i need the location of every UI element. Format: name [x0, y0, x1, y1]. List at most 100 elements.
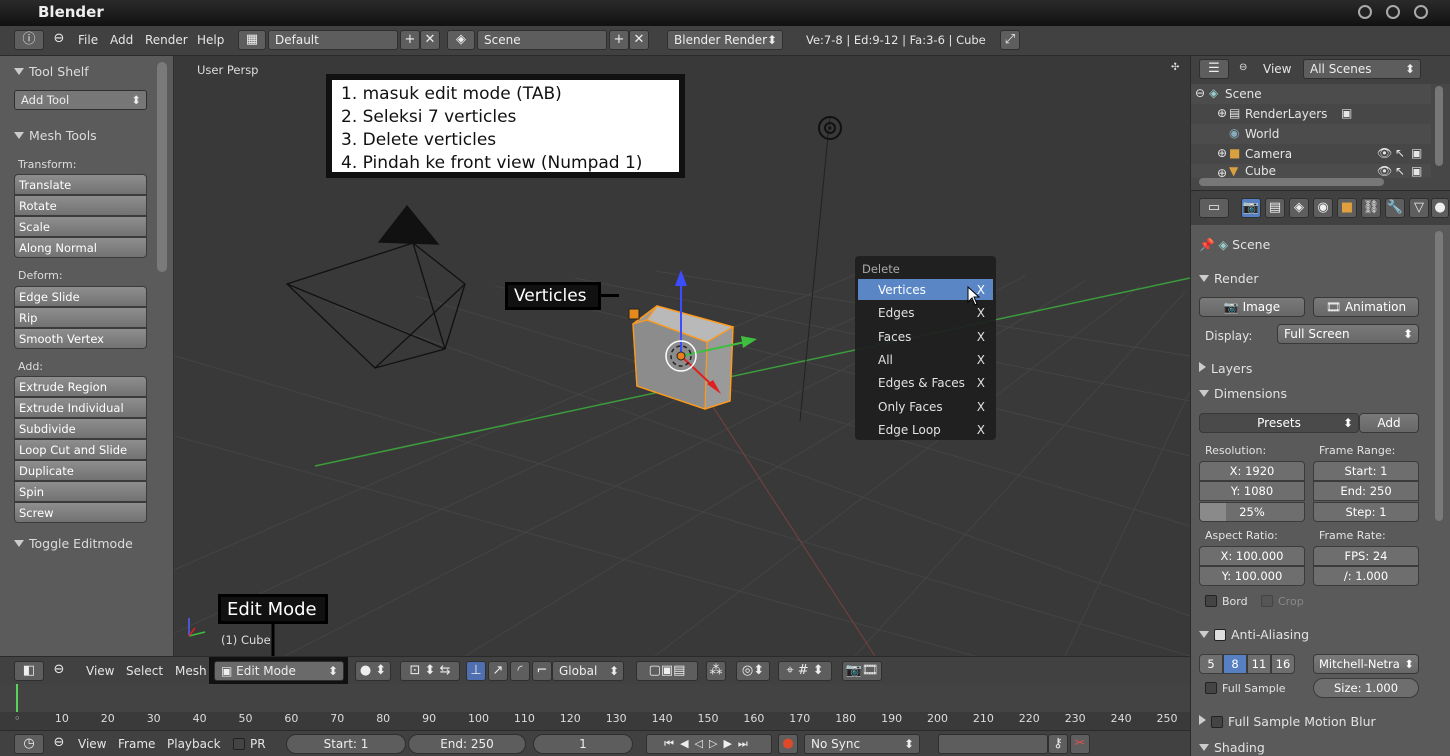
duplicate-button[interactable]: Duplicate: [14, 460, 147, 481]
keying-set-field[interactable]: [938, 734, 1048, 754]
motion-blur-panel-header[interactable]: Full Sample Motion Blur: [1199, 714, 1424, 729]
pivot-point-select[interactable]: ⊡ ⬍ ⇆: [400, 661, 460, 681]
edge-slide-button[interactable]: Edge Slide: [14, 286, 147, 307]
render-engine-select[interactable]: Blender Render ⬍: [667, 30, 783, 50]
anti-aliasing-panel-header[interactable]: Anti-Aliasing: [1199, 627, 1424, 642]
outliner-row-camera[interactable]: ⊕ ■ Camera 👁 ↖ ▣: [1191, 144, 1431, 164]
timeline-menu-view[interactable]: View: [78, 737, 106, 751]
add-tool-select[interactable]: Add Tool ⬍: [14, 90, 147, 110]
checkbox-icon[interactable]: [1211, 716, 1223, 728]
render-image-button[interactable]: 📷 Image: [1199, 297, 1305, 317]
close-icon[interactable]: [1414, 5, 1428, 19]
record-icon[interactable]: ●: [778, 734, 798, 754]
frame-step-field[interactable]: Step: 1: [1313, 502, 1419, 522]
render-tab-icon[interactable]: 📷: [1241, 198, 1261, 218]
scene-tab-icon[interactable]: ◈: [1289, 198, 1309, 218]
checked-checkbox-icon[interactable]: [1214, 629, 1226, 641]
render-animation-button[interactable]: 🎞 Animation: [1313, 297, 1419, 317]
menu-add[interactable]: Add: [110, 33, 133, 47]
editor-type-outliner-icon[interactable]: ☰: [1199, 59, 1229, 79]
proportional-edit-select[interactable]: ◎⬍: [736, 661, 770, 681]
render-layers-tab-icon[interactable]: ▤: [1265, 198, 1285, 218]
border-checkbox[interactable]: Bord: [1205, 595, 1248, 608]
manipulator-toggle-icon[interactable]: ⊥: [466, 661, 486, 681]
outliner-row-world[interactable]: ◉ World: [1191, 124, 1431, 144]
start-frame-field[interactable]: Start: 1: [286, 734, 406, 754]
timeline-menu-playback[interactable]: Playback: [167, 737, 221, 751]
outliner-h-scrollbar[interactable]: [1199, 178, 1384, 186]
collapse-menu-icon[interactable]: ⊖: [52, 734, 66, 754]
aa-sample-16[interactable]: 16: [1271, 654, 1295, 674]
toggle-editmode-header[interactable]: Toggle Editmode: [14, 536, 133, 551]
viewport-shading-select[interactable]: ● ⬍: [355, 661, 391, 681]
aa-filter-select[interactable]: Mitchell-Netra ⬍: [1313, 654, 1419, 674]
mode-select[interactable]: ▣ Edit Mode ⬍: [214, 661, 344, 681]
outliner-menu-view[interactable]: View: [1263, 62, 1291, 76]
sync-mode-select[interactable]: No Sync ⬍: [804, 734, 920, 754]
scrub-handle-icon[interactable]: ◦: [14, 712, 21, 725]
delete-only-faces-item[interactable]: Only Faces X: [858, 396, 993, 417]
editor-type-timeline-icon[interactable]: ◷: [14, 734, 44, 754]
collapse-menu-icon[interactable]: ⊖: [52, 30, 66, 50]
pin-icon[interactable]: 📌: [1199, 237, 1219, 252]
crop-checkbox[interactable]: Crop: [1261, 595, 1304, 608]
editor-type-properties-icon[interactable]: ▭: [1199, 198, 1229, 218]
object-tab-icon[interactable]: ■: [1337, 198, 1357, 218]
aspect-x-field[interactable]: X: 100.000: [1199, 546, 1305, 566]
data-tab-icon[interactable]: ▽: [1409, 198, 1429, 218]
menu-help[interactable]: Help: [197, 33, 224, 47]
material-tab-icon[interactable]: ●: [1431, 198, 1449, 218]
menu-view[interactable]: View: [86, 664, 114, 678]
collapse-menu-icon[interactable]: ⊖: [1239, 62, 1247, 73]
screw-button[interactable]: Screw: [14, 502, 147, 523]
maximize-icon[interactable]: [1386, 5, 1400, 19]
3d-viewport[interactable]: User Persp ✣ (1) Cube 1. masuk edit mode…: [175, 56, 1190, 656]
outliner-filter-select[interactable]: All Scenes ⬍: [1303, 59, 1421, 79]
smooth-vertex-button[interactable]: Smooth Vertex: [14, 328, 147, 349]
along-normal-button[interactable]: Along Normal: [14, 237, 147, 258]
subdivide-button[interactable]: Subdivide: [14, 418, 147, 439]
mesh-tools-header[interactable]: Mesh Tools: [14, 128, 97, 143]
select-mode-buttons[interactable]: ▢▣▤: [636, 661, 698, 681]
render-camera-icon[interactable]: ▣: [1411, 146, 1422, 160]
fps-base-field[interactable]: /: 1.000: [1313, 566, 1419, 586]
full-sample-checkbox[interactable]: Full Sample: [1205, 682, 1286, 695]
timeline-menu-frame[interactable]: Frame: [118, 737, 155, 751]
editor-type-3d-icon[interactable]: ◧: [14, 661, 44, 681]
add-preset-button[interactable]: Add: [1359, 413, 1419, 433]
spin-button[interactable]: Spin: [14, 481, 147, 502]
current-frame-field[interactable]: 1: [533, 734, 633, 754]
delete-edges-faces-item[interactable]: Edges & Faces X: [858, 372, 993, 393]
extrude-individual-button[interactable]: Extrude Individual: [14, 397, 147, 418]
scene-field[interactable]: Scene: [477, 30, 607, 50]
outliner-row-cube[interactable]: ⊕ ▼ Cube 👁 ↖ ▣: [1191, 164, 1431, 178]
constraints-tab-icon[interactable]: ⛓: [1361, 198, 1381, 218]
scale-button[interactable]: Scale: [14, 216, 147, 237]
shading-panel-header[interactable]: Shading: [1199, 740, 1424, 755]
insert-keyframe-icon[interactable]: ⚷: [1048, 734, 1068, 754]
aa-sample-5[interactable]: 5: [1199, 654, 1223, 674]
layers-panel-header[interactable]: Layers: [1199, 361, 1424, 376]
properties-scrollbar[interactable]: [1435, 231, 1443, 521]
tool-shelf-header[interactable]: Tool Shelf: [14, 64, 89, 79]
render-camera-icon[interactable]: ▣: [1411, 164, 1422, 178]
add-scene-icon[interactable]: +: [609, 30, 629, 50]
render-panel-header[interactable]: Render: [1199, 271, 1424, 286]
display-select[interactable]: Full Screen ⬍: [1277, 324, 1419, 344]
modifiers-tab-icon[interactable]: 🔧: [1385, 198, 1405, 218]
translate-button[interactable]: Translate: [14, 174, 147, 195]
playback-controls[interactable]: ⏮◀◁▷▶⏭: [646, 734, 772, 754]
menu-file[interactable]: File: [78, 33, 98, 47]
aa-sample-11[interactable]: 11: [1247, 654, 1271, 674]
rip-button[interactable]: Rip: [14, 307, 147, 328]
fullscreen-icon[interactable]: ⤢: [1000, 30, 1020, 50]
world-tab-icon[interactable]: ◉: [1313, 198, 1333, 218]
scale-manipulator-icon[interactable]: ⌐: [532, 661, 552, 681]
select-cursor-icon[interactable]: ↖: [1395, 164, 1405, 178]
menu-select[interactable]: Select: [126, 664, 163, 678]
fps-field[interactable]: FPS: 24: [1313, 546, 1419, 566]
screen-layout-field[interactable]: Default: [268, 30, 398, 50]
transform-orientation-select[interactable]: Global ⬍: [552, 661, 624, 681]
translate-manipulator-icon[interactable]: ↗: [488, 661, 508, 681]
delete-faces-item[interactable]: Faces X: [858, 326, 993, 347]
